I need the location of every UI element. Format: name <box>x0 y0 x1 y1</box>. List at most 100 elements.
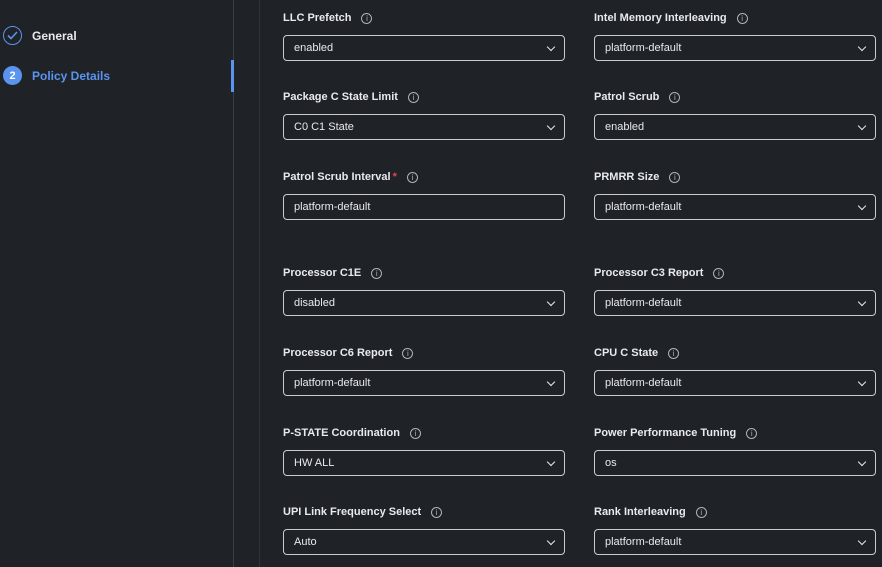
info-icon[interactable]: i <box>406 171 418 183</box>
field-cpu-c-state: CPU C State i platform-default <box>594 346 876 396</box>
chevron-down-icon <box>546 121 556 130</box>
info-icon[interactable]: i <box>736 12 748 24</box>
step-number: 2 <box>3 66 22 85</box>
control-value: platform-default <box>294 377 371 389</box>
label-text: LLC Prefetch <box>283 12 352 24</box>
label-text: PRMRR Size <box>594 171 660 183</box>
dropdown-select[interactable]: os <box>594 450 876 476</box>
info-icon[interactable]: i <box>713 267 725 279</box>
label-text: Patrol Scrub Interval <box>283 171 391 183</box>
chevron-down-icon <box>857 201 867 210</box>
dropdown-select[interactable]: enabled <box>283 35 565 61</box>
field-processor-c3-report: Processor C3 Report i platform-default <box>594 266 876 316</box>
step-policy-details[interactable]: 2 Policy Details <box>3 66 110 85</box>
control-value: HW ALL <box>294 457 335 469</box>
field-label: PRMRR Size i <box>594 170 876 184</box>
dropdown-select[interactable]: platform-default <box>283 370 565 396</box>
dropdown-select[interactable]: enabled <box>594 114 876 140</box>
chevron-down-icon <box>546 536 556 545</box>
field-p-state-coordination: P-STATE Coordination i HW ALL <box>283 426 565 476</box>
info-icon[interactable]: i <box>431 506 443 518</box>
info-icon[interactable]: i <box>669 171 681 183</box>
label-text: Processor C1E <box>283 267 362 279</box>
control-value: Auto <box>294 536 317 548</box>
label-text: Package C State Limit <box>283 91 398 103</box>
dropdown-select[interactable]: HW ALL <box>283 450 565 476</box>
dropdown-select[interactable]: platform-default <box>594 529 876 555</box>
label-text: Processor C6 Report <box>283 347 393 359</box>
info-icon[interactable]: i <box>371 267 383 279</box>
field-intel-memory-interleaving: Intel Memory Interleaving i platform-defau… <box>594 11 876 61</box>
control-value: enabled <box>294 42 334 54</box>
chevron-down-icon <box>546 297 556 306</box>
info-icon[interactable]: i <box>402 347 414 359</box>
chevron-down-icon <box>857 457 867 466</box>
control-value: platform-default <box>605 377 682 389</box>
check-icon <box>3 26 22 45</box>
field-rank-interleaving: Rank Interleaving i platform-default <box>594 505 876 555</box>
text-input[interactable]: platform-default <box>283 194 565 220</box>
field-processor-c6-report: Processor C6 Report i platform-default <box>283 346 565 396</box>
field-power-performance-tuning: Power Performance Tuning i os <box>594 426 876 476</box>
field-label: LLC Prefetch i <box>283 11 565 25</box>
chevron-down-icon <box>546 377 556 386</box>
field-patrol-scrub-interval: Patrol Scrub Interval * i platform-default <box>283 170 565 220</box>
chevron-down-icon <box>857 121 867 130</box>
dropdown-select[interactable]: platform-default <box>594 370 876 396</box>
label-text: P-STATE Coordination <box>283 427 400 439</box>
info-icon[interactable]: i <box>669 91 681 103</box>
wizard-sidebar: General 2 Policy Details <box>0 0 234 567</box>
info-icon[interactable]: i <box>746 427 758 439</box>
control-value: os <box>605 457 617 469</box>
dropdown-select[interactable]: platform-default <box>594 35 876 61</box>
chevron-down-icon <box>857 536 867 545</box>
step-label: Policy Details <box>32 68 111 83</box>
info-icon[interactable]: i <box>409 427 421 439</box>
info-icon[interactable]: i <box>361 12 373 24</box>
field-llc-prefetch: LLC Prefetch i enabled <box>283 11 565 61</box>
field-label: Processor C1E i <box>283 266 565 280</box>
control-value: platform-default <box>605 536 682 548</box>
field-label: Intel Memory Interleaving i <box>594 11 876 25</box>
label-text: UPI Link Frequency Select <box>283 506 422 518</box>
label-text: Power Performance Tuning <box>594 427 737 439</box>
dropdown-select[interactable]: disabled <box>283 290 565 316</box>
field-upi-link-frequency-select: UPI Link Frequency Select i Auto <box>283 505 565 555</box>
dropdown-select[interactable]: platform-default <box>594 194 876 220</box>
control-value: disabled <box>294 297 335 309</box>
chevron-down-icon <box>857 42 867 51</box>
control-value: enabled <box>605 121 645 133</box>
control-value: platform-default <box>605 42 682 54</box>
step-general[interactable]: General <box>3 26 77 45</box>
field-package-c-state-limit: Package C State Limit i C0 C1 State <box>283 90 565 140</box>
field-label: Processor C6 Report i <box>283 346 565 360</box>
field-label: Processor C3 Report i <box>594 266 876 280</box>
field-patrol-scrub: Patrol Scrub i enabled <box>594 90 876 140</box>
label-text: Intel Memory Interleaving <box>594 12 727 24</box>
active-step-indicator <box>231 60 234 92</box>
control-value: platform-default <box>294 201 371 213</box>
control-value: platform-default <box>605 297 682 309</box>
dropdown-select[interactable]: C0 C1 State <box>283 114 565 140</box>
chevron-down-icon <box>546 42 556 51</box>
label-text: CPU C State <box>594 347 659 359</box>
field-processor-c1e: Processor C1E i disabled <box>283 266 565 316</box>
dropdown-select[interactable]: Auto <box>283 529 565 555</box>
chevron-down-icon <box>857 377 867 386</box>
field-label: P-STATE Coordination i <box>283 426 565 440</box>
control-value: C0 C1 State <box>294 121 354 133</box>
divider <box>259 0 260 567</box>
chevron-down-icon <box>546 457 556 466</box>
label-text: Rank Interleaving <box>594 506 686 518</box>
field-label: Patrol Scrub i <box>594 90 876 104</box>
info-icon[interactable]: i <box>695 506 707 518</box>
chevron-down-icon <box>857 297 867 306</box>
field-label: UPI Link Frequency Select i <box>283 505 565 519</box>
field-label: Package C State Limit i <box>283 90 565 104</box>
field-prmrr-size: PRMRR Size i platform-default <box>594 170 876 220</box>
info-icon[interactable]: i <box>668 347 680 359</box>
field-label: Rank Interleaving i <box>594 505 876 519</box>
label-text: Processor C3 Report <box>594 267 704 279</box>
dropdown-select[interactable]: platform-default <box>594 290 876 316</box>
info-icon[interactable]: i <box>407 91 419 103</box>
